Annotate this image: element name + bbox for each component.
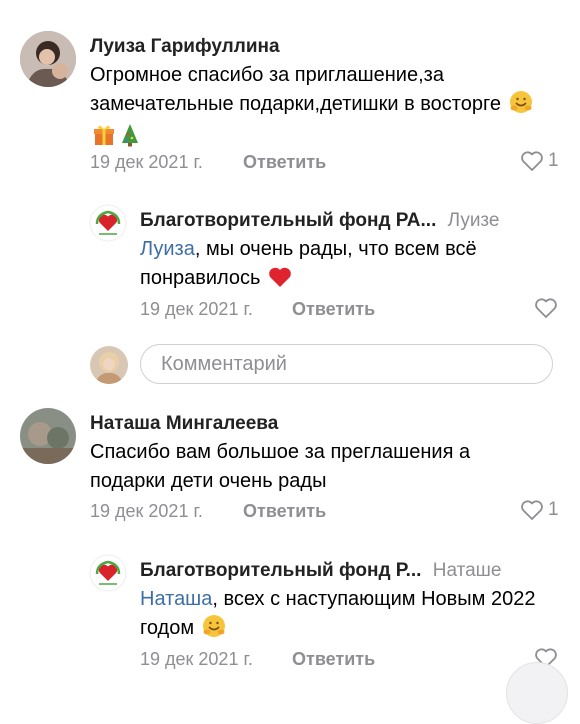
reply-text: Луиза, мы очень рады, что всем всё понра…: [140, 235, 550, 297]
mention-link[interactable]: Наташа: [140, 588, 212, 610]
heart-outline-icon: [535, 298, 557, 318]
mention-link[interactable]: Луиза: [140, 238, 195, 260]
fund-logo-image: [89, 554, 127, 592]
comment-author[interactable]: Луиза Гарифуллина: [90, 36, 280, 58]
reply-date: 19 дек 2021 г.: [140, 649, 253, 669]
like-button[interactable]: 1: [520, 499, 559, 521]
comment-text: Спасибо вам большое за преглашения а под…: [90, 438, 550, 496]
reply-to-label: Наташе: [432, 560, 502, 581]
heart-outline-icon: [521, 500, 543, 520]
comment-date: 19 дек 2021 г.: [90, 501, 203, 521]
comment-text-content: Спасибо вам большое за преглашения а под…: [90, 441, 471, 492]
comment-input[interactable]: [159, 351, 552, 377]
fund-logo[interactable]: [89, 204, 127, 242]
comment-input-field[interactable]: [140, 344, 553, 384]
hugging-face-emoji: [509, 90, 533, 123]
red-heart-emoji: [268, 266, 292, 297]
reply-author-name[interactable]: Благотворительный фонд Р...: [140, 560, 421, 581]
reply-to-label: Луизе: [447, 210, 500, 231]
reply-author: Благотворительный фонд РА... Луизе: [140, 210, 500, 232]
comment-author[interactable]: Наташа Мингалеева: [90, 413, 278, 435]
comment-text: Огромное спасибо за приглашение,за замеч…: [90, 61, 550, 156]
comment-date: 19 дек 2021 г.: [90, 152, 203, 172]
comment-text-content: Огромное спасибо за приглашение,за замеч…: [90, 64, 501, 115]
reply-button[interactable]: Ответить: [243, 501, 326, 522]
like-button[interactable]: 1: [520, 150, 559, 172]
heart-outline-icon: [521, 151, 543, 171]
reply-author-name[interactable]: Благотворительный фонд РА...: [140, 210, 436, 231]
user-photo: [90, 346, 128, 384]
avatar[interactable]: [20, 31, 76, 87]
like-count: 1: [548, 150, 559, 171]
hugging-face-emoji: [202, 614, 226, 647]
reply-date: 19 дек 2021 г.: [140, 299, 253, 319]
user-photo: [20, 31, 76, 87]
like-count: 1: [548, 499, 559, 520]
fund-logo[interactable]: [89, 554, 127, 592]
reply-text: Наташа, всех с наступающим Новым 2022 го…: [140, 585, 550, 647]
current-user-avatar: [90, 346, 128, 384]
reply-button[interactable]: Ответить: [243, 152, 326, 173]
like-button[interactable]: [534, 297, 558, 319]
reply-button[interactable]: Ответить: [292, 649, 375, 670]
user-photo: [20, 408, 76, 464]
reply-button[interactable]: Ответить: [292, 299, 375, 320]
fund-logo-image: [89, 204, 127, 242]
scroll-button[interactable]: [506, 662, 568, 724]
avatar[interactable]: [20, 408, 76, 464]
reply-author: Благотворительный фонд Р... Наташе: [140, 560, 502, 582]
